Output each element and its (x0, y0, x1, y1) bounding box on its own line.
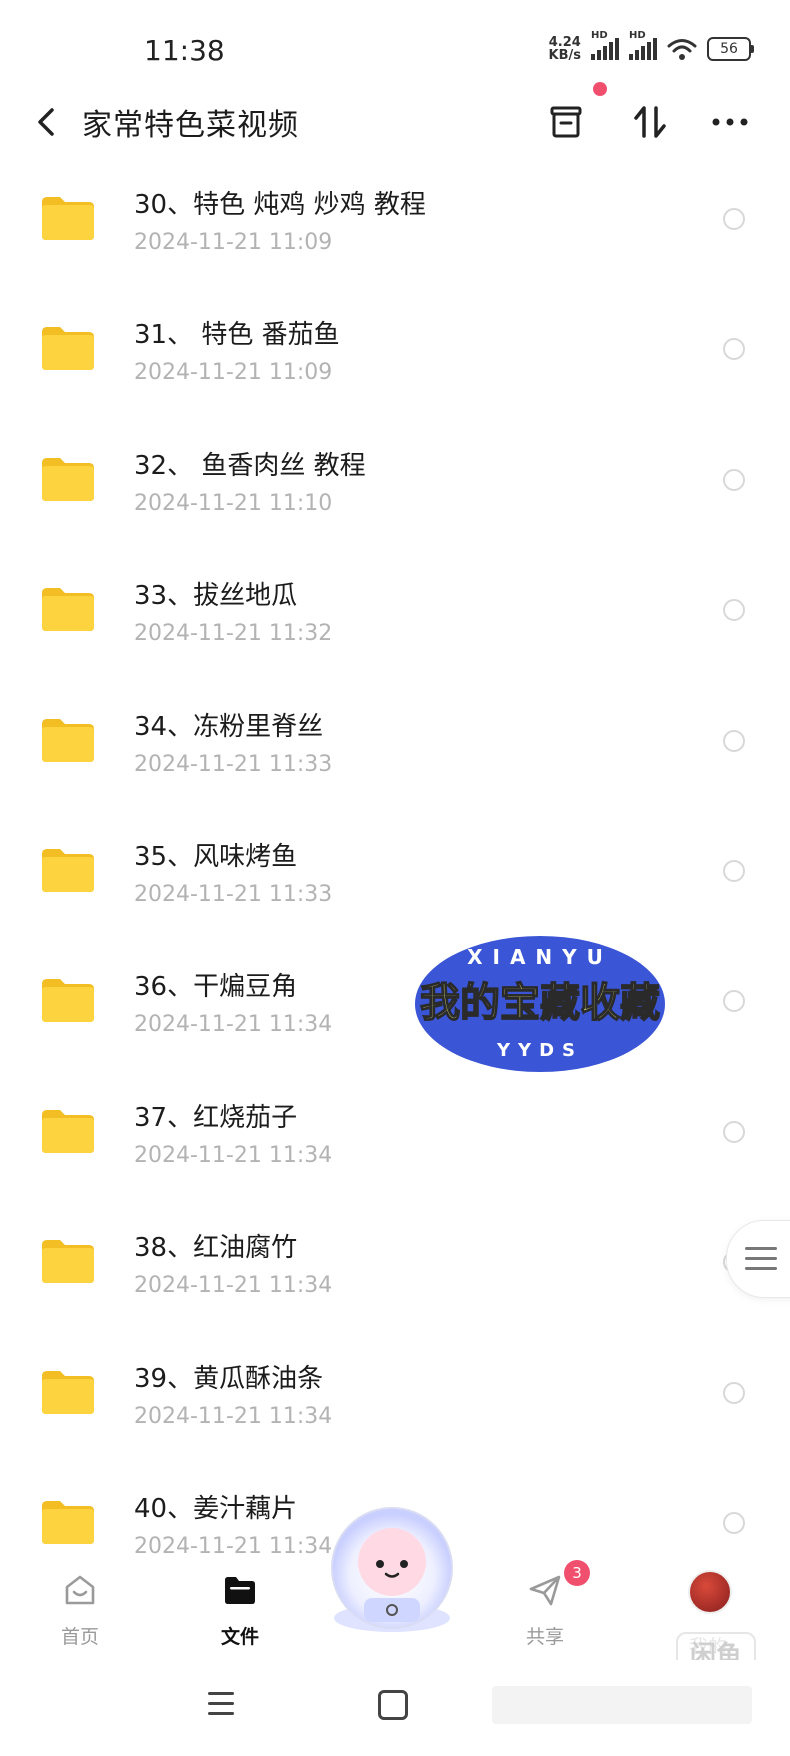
select-radio[interactable] (723, 599, 745, 622)
folder-icon (42, 197, 94, 240)
folder-row[interactable]: 33、拔丝地瓜 2024-11-21 11:32 (0, 541, 790, 671)
folder-icon (42, 588, 94, 632)
sort-icon[interactable] (626, 98, 674, 146)
status-time: 11:38 (144, 34, 225, 67)
signal-2-icon: HD (629, 30, 657, 60)
folder-icon (42, 1240, 94, 1284)
battery-level: 56 (707, 37, 751, 61)
folder-name: 38、红油腐竹 (134, 1233, 298, 1264)
folder-name: 33、拔丝地瓜 (134, 581, 298, 612)
folder-date: 2024-11-21 11:34 (134, 1533, 333, 1559)
tab-share-label: 共享 (525, 1626, 564, 1648)
battery-icon: 56 (707, 37, 754, 61)
folder-name: 39、黄瓜酥油条 (134, 1363, 324, 1394)
tab-files[interactable]: 文件 (180, 1560, 300, 1660)
folder-row[interactable]: 35、风味烤鱼 2024-11-21 11:33 (0, 802, 790, 932)
folder-row[interactable]: 39、黄瓜酥油条 2024-11-21 11:34 (0, 1324, 790, 1454)
folder-icon (42, 1500, 94, 1544)
system-nav-bar (0, 1660, 790, 1756)
folder-date: 2024-11-21 11:10 (134, 490, 333, 516)
folder-name: 36、干煸豆角 (134, 972, 298, 1003)
select-radio[interactable] (723, 1511, 745, 1534)
select-radio[interactable] (723, 338, 745, 361)
page-title: 家常特色菜视频 (82, 108, 299, 143)
select-radio[interactable] (723, 729, 745, 752)
wifi-icon (667, 39, 697, 60)
folder-date: 2024-11-21 11:34 (134, 1273, 333, 1299)
select-radio[interactable] (723, 208, 745, 230)
folder-icon (42, 718, 94, 762)
folder-date: 2024-11-21 11:34 (134, 1142, 333, 1168)
folder-name: 31、 特色 番茄鱼 (134, 320, 340, 351)
status-icons: 4.24 KB/s HD HD 56 (549, 30, 754, 62)
folder-icon (42, 1370, 94, 1414)
select-radio[interactable] (723, 468, 745, 491)
folder-date: 2024-11-21 11:32 (134, 621, 333, 647)
transfer-box-icon[interactable] (542, 98, 590, 146)
select-radio[interactable] (723, 990, 745, 1013)
mascot-assistant-button[interactable] (322, 1498, 462, 1638)
notification-dot (593, 82, 607, 96)
avatar[interactable] (688, 1570, 732, 1614)
recent-apps-icon[interactable] (208, 1692, 234, 1716)
folder-row[interactable]: 32、 鱼香肉丝 教程 2024-11-21 11:10 (0, 411, 790, 541)
blurred-region (492, 1686, 752, 1724)
tab-home[interactable]: 首页 (20, 1560, 140, 1660)
folder-name: 30、特色 炖鸡 炒鸡 教程 (134, 190, 426, 220)
folder-name: 35、风味烤鱼 (134, 841, 298, 872)
folder-name: 37、红烧茄子 (134, 1102, 298, 1133)
signal-1-icon: HD (591, 30, 619, 60)
folder-date: 2024-11-21 11:34 (134, 1012, 333, 1038)
floating-menu-handle[interactable] (726, 1220, 790, 1298)
tab-home-label: 首页 (60, 1626, 99, 1648)
folder-name: 40、姜汁藕片 (134, 1493, 298, 1524)
select-radio[interactable] (723, 1381, 745, 1404)
file-list: 30、特色 炖鸡 炒鸡 教程 2024-11-21 11:09 31、 特色 番茄鱼… (0, 150, 790, 1584)
net-speed: 4.24 KB/s (549, 36, 581, 62)
folder-date: 2024-11-21 11:09 (134, 230, 333, 255)
paper-plane-icon (529, 1575, 561, 1606)
xianyu-badge: XIANYU 我的宝藏收藏 YYDS (415, 936, 665, 1072)
badge-main-text: 我的宝藏收藏 (420, 980, 660, 1026)
folder-row[interactable]: 34、冻粉里脊丝 2024-11-21 11:33 (0, 672, 790, 802)
folder-icon (42, 848, 94, 892)
more-options-icon[interactable] (706, 98, 754, 146)
tab-files-label: 文件 (220, 1626, 259, 1648)
folder-row[interactable]: 30、特色 炖鸡 炒鸡 教程 2024-11-21 11:09 (0, 150, 790, 280)
home-icon (65, 1575, 95, 1605)
folder-tab-icon (225, 1577, 255, 1604)
folder-row[interactable]: 38、红油腐竹 2024-11-21 11:34 (0, 1193, 790, 1323)
folder-date: 2024-11-21 11:09 (134, 360, 333, 386)
home-button-icon[interactable] (378, 1690, 408, 1720)
sim2-hd-label: HD (629, 30, 646, 41)
net-speed-unit: KB/s (548, 48, 581, 63)
folder-row[interactable]: 31、 特色 番茄鱼 2024-11-21 11:09 (0, 280, 790, 410)
folder-icon (42, 327, 94, 371)
folder-icon (42, 457, 94, 501)
badge-bottom-text: YYDS (496, 1040, 583, 1061)
folder-icon (42, 979, 94, 1023)
select-radio[interactable] (723, 1120, 745, 1143)
back-arrow-icon[interactable] (34, 102, 58, 142)
folder-date: 2024-11-21 11:34 (134, 1403, 333, 1429)
folder-name: 32、 鱼香肉丝 教程 (134, 450, 366, 481)
sim1-hd-label: HD (591, 30, 608, 41)
badge-top-text: XIANYU (467, 945, 613, 969)
share-count-badge: 3 (564, 1560, 590, 1586)
folder-icon (42, 1109, 94, 1153)
select-radio[interactable] (723, 859, 745, 882)
folder-name: 34、冻粉里脊丝 (134, 711, 324, 742)
folder-date: 2024-11-21 11:33 (134, 881, 333, 907)
folder-date: 2024-11-21 11:33 (134, 751, 333, 777)
